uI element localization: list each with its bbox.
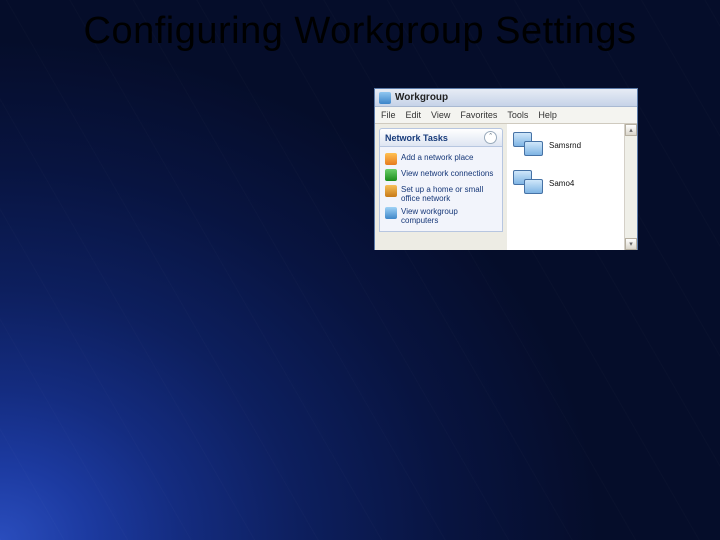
- task-pane: Network Tasks ˆ Add a network place View…: [375, 124, 507, 250]
- slide-background: Configuring Workgroup Settings Workgroup…: [0, 0, 720, 540]
- task-label: View network connections: [401, 169, 493, 178]
- content-pane: Samsrnd Samo4 ▴ ▾: [507, 124, 637, 250]
- menu-view[interactable]: View: [431, 110, 450, 120]
- globe-icon: [385, 169, 397, 181]
- scroll-down-button[interactable]: ▾: [625, 238, 637, 250]
- menu-bar: File Edit View Favorites Tools Help: [375, 107, 637, 124]
- computer-icon: [513, 170, 543, 196]
- workgroup-window: Workgroup File Edit View Favorites Tools…: [374, 88, 638, 250]
- folder-add-icon: [385, 153, 397, 165]
- menu-help[interactable]: Help: [538, 110, 557, 120]
- computers-icon: [385, 207, 397, 219]
- task-view-connections[interactable]: View network connections: [384, 167, 498, 183]
- task-pane-body: Add a network place View network connect…: [379, 147, 503, 232]
- menu-file[interactable]: File: [381, 110, 396, 120]
- computer-item[interactable]: Samsrnd: [513, 132, 631, 158]
- task-setup-network[interactable]: Set up a home or small office network: [384, 183, 498, 205]
- window-body: Network Tasks ˆ Add a network place View…: [375, 124, 637, 250]
- computer-label: Samsrnd: [549, 141, 581, 150]
- task-add-network-place[interactable]: Add a network place: [384, 151, 498, 167]
- home-network-icon: [385, 185, 397, 197]
- window-titlebar[interactable]: Workgroup: [375, 89, 637, 107]
- menu-edit[interactable]: Edit: [406, 110, 422, 120]
- computer-label: Samo4: [549, 179, 574, 188]
- window-title: Workgroup: [395, 92, 448, 103]
- computer-item[interactable]: Samo4: [513, 170, 631, 196]
- task-view-workgroup[interactable]: View workgroup computers: [384, 205, 498, 227]
- scroll-up-button[interactable]: ▴: [625, 124, 637, 136]
- vertical-scrollbar[interactable]: ▴ ▾: [624, 124, 637, 250]
- slide-title: Configuring Workgroup Settings: [0, 10, 720, 53]
- task-pane-title: Network Tasks: [385, 133, 448, 143]
- collapse-icon[interactable]: ˆ: [484, 131, 497, 144]
- system-icon: [379, 92, 391, 104]
- task-label: View workgroup computers: [401, 207, 497, 225]
- task-label: Set up a home or small office network: [401, 185, 497, 203]
- menu-favorites[interactable]: Favorites: [460, 110, 497, 120]
- task-pane-header[interactable]: Network Tasks ˆ: [379, 128, 503, 147]
- computer-icon: [513, 132, 543, 158]
- menu-tools[interactable]: Tools: [507, 110, 528, 120]
- task-label: Add a network place: [401, 153, 474, 162]
